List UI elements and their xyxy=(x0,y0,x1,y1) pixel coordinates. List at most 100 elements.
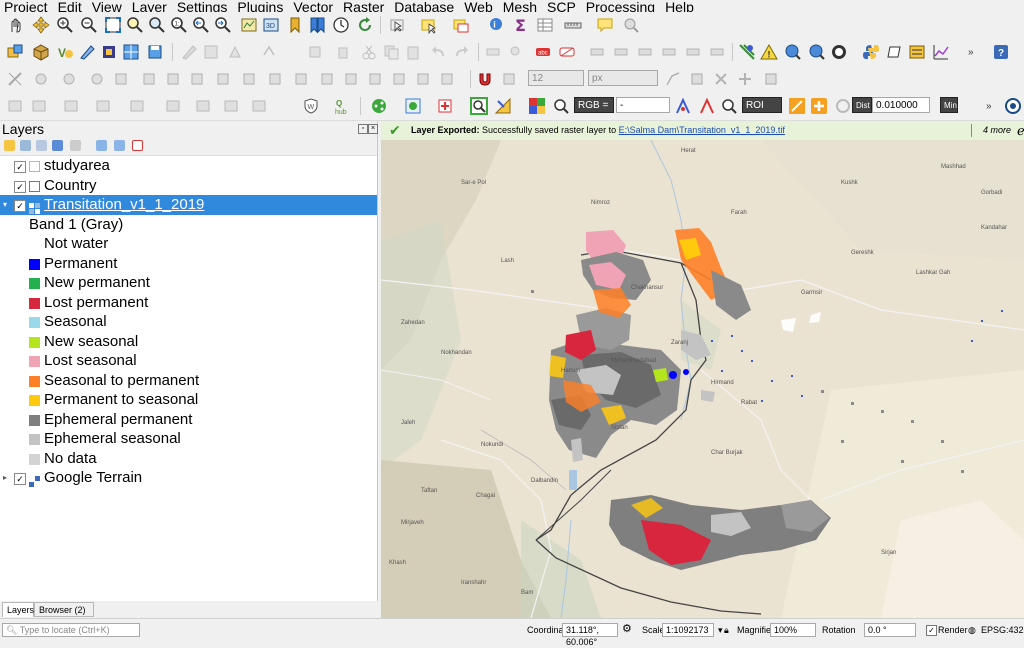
snap-tool-a-icon[interactable] xyxy=(188,70,206,88)
snap-segment-icon[interactable] xyxy=(60,70,78,88)
menu-layer[interactable]: Layer xyxy=(128,0,173,12)
snapping-toggle-icon[interactable] xyxy=(6,70,24,88)
scp-tool-f-icon[interactable] xyxy=(164,97,182,115)
scp-dist-input[interactable]: 0.010000 xyxy=(872,97,930,113)
save-layer-edits-icon[interactable] xyxy=(146,43,164,61)
toolbar-overflow-icon[interactable]: » xyxy=(968,47,974,58)
scp-roi-icon[interactable] xyxy=(494,97,512,115)
x-tool-icon[interactable] xyxy=(712,70,730,88)
menu-edit[interactable]: Edit xyxy=(54,0,88,12)
label-pin-icon[interactable] xyxy=(506,43,524,61)
menu-processing[interactable]: Processing xyxy=(582,0,661,12)
scp-tool-g-icon[interactable] xyxy=(194,97,212,115)
snap-mode-icon[interactable] xyxy=(112,70,130,88)
zoom-next-icon[interactable] xyxy=(214,16,232,34)
collapse-all-icon[interactable] xyxy=(114,140,125,151)
pan-icon[interactable] xyxy=(6,16,24,34)
layer-visibility-checkbox[interactable]: ✓ xyxy=(14,473,26,485)
tab-layers[interactable]: Layers xyxy=(2,602,34,617)
label-show-hide-icon[interactable] xyxy=(558,43,576,61)
more-messages-link[interactable]: 4 more xyxy=(983,121,1011,140)
python-console-icon[interactable] xyxy=(862,43,880,61)
scp-tool-c-icon[interactable] xyxy=(62,97,80,115)
toolbar-overflow-2-icon[interactable]: » xyxy=(986,101,992,112)
qgis-hub-icon[interactable]: Qhub xyxy=(334,97,352,116)
scp-rgb-icon[interactable] xyxy=(528,97,546,115)
zoom-full-icon[interactable] xyxy=(104,16,122,34)
layer-row-transitation[interactable]: ▾ ✓ Transitation_v1_1_2019 xyxy=(0,195,377,215)
scp-tool-lambda-icon[interactable] xyxy=(674,97,692,115)
zoom-to-selection-icon[interactable] xyxy=(126,16,144,34)
scale-dropdown-icon[interactable]: ▾ xyxy=(718,625,723,636)
undo-icon[interactable] xyxy=(430,43,448,61)
new-3d-view-icon[interactable]: 3D xyxy=(262,16,280,34)
menu-project[interactable]: Project xyxy=(0,0,54,12)
copy-features-icon[interactable] xyxy=(382,43,400,61)
panel-close-icon[interactable]: × xyxy=(368,124,378,134)
label-rotate-icon[interactable] xyxy=(588,43,606,61)
snap-settings-icon[interactable] xyxy=(500,70,518,88)
menu-web[interactable]: Web xyxy=(460,0,499,12)
statistics-sum-icon[interactable]: Σ xyxy=(512,16,530,35)
delete-selected-icon[interactable] xyxy=(334,43,352,61)
plugin-b-icon[interactable] xyxy=(886,43,904,61)
expand-all-icon[interactable] xyxy=(96,140,107,151)
scp-dock-icon[interactable] xyxy=(404,97,422,115)
label-pin2-icon[interactable] xyxy=(660,43,678,61)
trace-icon[interactable] xyxy=(664,70,682,88)
plugin-c-icon[interactable] xyxy=(908,43,926,61)
label-change-icon[interactable] xyxy=(636,43,654,61)
coordinate-field[interactable]: 31.118°, 60.006° xyxy=(562,623,618,647)
digitize-icon[interactable] xyxy=(78,43,96,61)
edit-multi-icon[interactable] xyxy=(202,43,220,61)
scp-tool-lambda2-icon[interactable] xyxy=(698,97,716,115)
new-geopackage-icon[interactable] xyxy=(32,43,50,61)
zoom-in-icon[interactable] xyxy=(56,16,74,34)
menu-database[interactable]: Database xyxy=(390,0,460,12)
refresh-icon[interactable] xyxy=(356,16,374,34)
bookmark-icon[interactable] xyxy=(286,16,304,34)
snapping-tolerance-input[interactable]: 12 xyxy=(528,70,584,86)
snap-tool-f-icon[interactable] xyxy=(318,70,336,88)
render-checkbox[interactable]: ✓ xyxy=(926,625,937,636)
magnifier-field[interactable]: 100% xyxy=(770,623,816,637)
shape-tool-icon[interactable] xyxy=(736,70,754,88)
pan-to-selection-icon[interactable] xyxy=(32,16,50,34)
layer-row-google-terrain[interactable]: ▸ ✓ Google Terrain xyxy=(0,468,377,488)
scp-share-icon[interactable] xyxy=(370,97,388,115)
snap-tool-d-icon[interactable] xyxy=(266,70,284,88)
lock-scale-icon[interactable]: 🔒︎ xyxy=(724,625,729,636)
manage-map-themes-icon[interactable] xyxy=(36,140,47,151)
text-annotation-icon[interactable] xyxy=(622,16,640,34)
grid-plugin-icon[interactable] xyxy=(122,43,140,61)
measure-icon[interactable] xyxy=(564,16,582,34)
warning-icon[interactable]: ! xyxy=(760,43,778,61)
layer-row-studyarea[interactable]: ✓ studyarea xyxy=(0,156,377,176)
menu-settings[interactable]: Settings xyxy=(173,0,234,12)
snap-tool-i-icon[interactable] xyxy=(390,70,408,88)
close-message-icon[interactable]: ℯ xyxy=(1017,121,1024,140)
snap-tool-b-icon[interactable] xyxy=(214,70,232,88)
scp-redo-roi-icon[interactable] xyxy=(834,97,852,115)
help-icon[interactable]: ? xyxy=(992,43,1010,61)
scp-shield-icon[interactable]: W xyxy=(302,97,320,115)
map-tips-icon[interactable] xyxy=(596,16,614,34)
remove-layer-icon[interactable] xyxy=(132,140,143,151)
open-layer-styling-icon[interactable] xyxy=(4,140,15,151)
menu-plugins[interactable]: Plugins xyxy=(233,0,289,12)
advanced-digitizing-icon[interactable] xyxy=(688,70,706,88)
vertex-tool-icon[interactable] xyxy=(260,43,278,61)
topological-editing-icon[interactable] xyxy=(164,70,182,88)
field-calculator-icon[interactable]: i xyxy=(488,16,506,34)
temporal-controller-icon[interactable] xyxy=(332,16,350,34)
map-canvas[interactable]: Sar-e Pol Herat Kushk Nimroz Farah Lash … xyxy=(381,140,1024,618)
scp-tool-a-icon[interactable] xyxy=(6,97,24,115)
map-svg[interactable] xyxy=(381,140,1024,618)
identify-features-icon[interactable] xyxy=(388,16,406,34)
select-features-icon[interactable] xyxy=(420,16,438,35)
attribute-table-icon[interactable] xyxy=(536,16,554,34)
paste-features-icon[interactable] xyxy=(404,43,422,61)
snap-tool-e-icon[interactable] xyxy=(292,70,310,88)
scp-tool-h-icon[interactable] xyxy=(222,97,240,115)
zoom-globe-a-icon[interactable] xyxy=(784,43,802,61)
